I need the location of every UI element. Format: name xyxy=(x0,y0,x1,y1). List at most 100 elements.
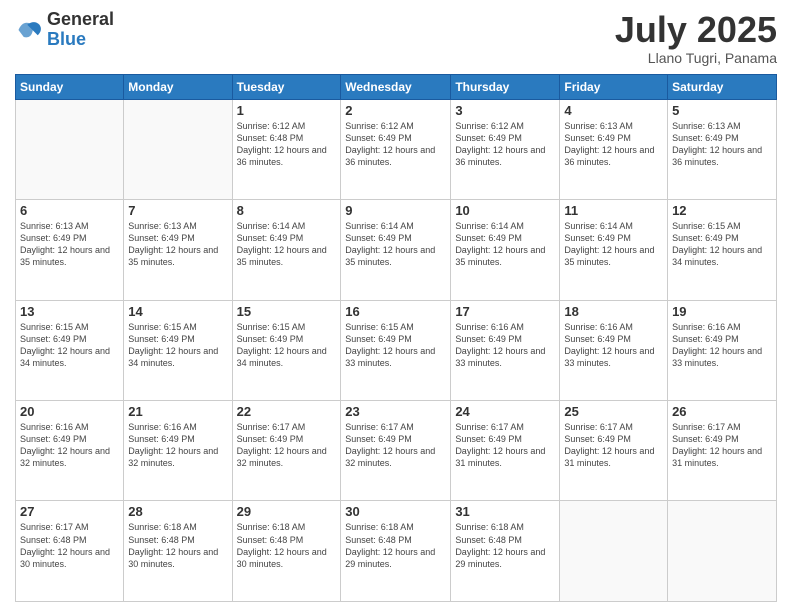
day-number: 9 xyxy=(345,203,446,218)
day-number: 15 xyxy=(237,304,337,319)
col-sunday: Sunday xyxy=(16,74,124,99)
day-number: 31 xyxy=(455,504,555,519)
col-friday: Friday xyxy=(560,74,668,99)
day-number: 18 xyxy=(564,304,663,319)
table-row: 11 Sunrise: 6:14 AM Sunset: 6:49 PM Dayli… xyxy=(560,200,668,300)
page: General Blue July 2025 Llano Tugri, Pana… xyxy=(0,0,792,612)
calendar-header-row: Sunday Monday Tuesday Wednesday Thursday… xyxy=(16,74,777,99)
day-number: 8 xyxy=(237,203,337,218)
day-info: Sunrise: 6:17 AM Sunset: 6:48 PM Dayligh… xyxy=(20,521,119,570)
day-info: Sunrise: 6:15 AM Sunset: 6:49 PM Dayligh… xyxy=(345,321,446,370)
table-row: 20Sunrise: 6:16 AM Sunset: 6:49 PM Dayli… xyxy=(16,401,124,501)
location: Llano Tugri, Panama xyxy=(615,50,777,66)
calendar-table: Sunday Monday Tuesday Wednesday Thursday… xyxy=(15,74,777,602)
col-wednesday: Wednesday xyxy=(341,74,451,99)
table-row xyxy=(16,99,124,199)
col-tuesday: Tuesday xyxy=(232,74,341,99)
day-info: Sunrise: 6:13 AM Sunset: 6:49 PM Dayligh… xyxy=(20,220,119,269)
day-info: Sunrise: 6:17 AM Sunset: 6:49 PM Dayligh… xyxy=(345,421,446,470)
day-number: 16 xyxy=(345,304,446,319)
day-number: 25 xyxy=(564,404,663,419)
header: General Blue July 2025 Llano Tugri, Pana… xyxy=(15,10,777,66)
day-info: Sunrise: 6:14 AM Sunset: 6:49 PM Dayligh… xyxy=(564,220,663,269)
calendar-week-row: 27 Sunrise: 6:17 AM Sunset: 6:48 PM Dayli… xyxy=(16,501,777,602)
col-thursday: Thursday xyxy=(451,74,560,99)
table-row: 27 Sunrise: 6:17 AM Sunset: 6:48 PM Dayli… xyxy=(16,501,124,602)
table-row: 28Sunrise: 6:18 AM Sunset: 6:48 PM Dayli… xyxy=(124,501,232,602)
day-number: 12 xyxy=(672,203,772,218)
table-row: 15 Sunrise: 6:15 AM Sunset: 6:49 PM Dayli… xyxy=(232,300,341,400)
day-info: Sunrise: 6:17 AM Sunset: 6:49 PM Dayligh… xyxy=(672,421,772,470)
day-info: Sunrise: 6:13 AM Sunset: 6:49 PM Dayligh… xyxy=(672,120,772,169)
day-number: 5 xyxy=(672,103,772,118)
day-info: Sunrise: 6:17 AM Sunset: 6:49 PM Dayligh… xyxy=(237,421,337,470)
col-saturday: Saturday xyxy=(668,74,777,99)
logo-blue-text: Blue xyxy=(47,30,114,50)
day-info: Sunrise: 6:16 AM Sunset: 6:49 PM Dayligh… xyxy=(20,421,119,470)
day-info: Sunrise: 6:18 AM Sunset: 6:48 PM Dayligh… xyxy=(237,521,337,570)
day-info: Sunrise: 6:15 AM Sunset: 6:49 PM Dayligh… xyxy=(20,321,119,370)
day-info: Sunrise: 6:14 AM Sunset: 6:49 PM Dayligh… xyxy=(455,220,555,269)
table-row: 22 Sunrise: 6:17 AM Sunset: 6:49 PM Dayli… xyxy=(232,401,341,501)
table-row: 24Sunrise: 6:17 AM Sunset: 6:49 PM Dayli… xyxy=(451,401,560,501)
day-info: Sunrise: 6:16 AM Sunset: 6:49 PM Dayligh… xyxy=(455,321,555,370)
day-info: Sunrise: 6:17 AM Sunset: 6:49 PM Dayligh… xyxy=(564,421,663,470)
day-info: Sunrise: 6:18 AM Sunset: 6:48 PM Dayligh… xyxy=(345,521,446,570)
day-number: 24 xyxy=(455,404,555,419)
day-number: 6 xyxy=(20,203,119,218)
table-row: 21 Sunrise: 6:16 AM Sunset: 6:49 PM Dayli… xyxy=(124,401,232,501)
table-row: 10Sunrise: 6:14 AM Sunset: 6:49 PM Dayli… xyxy=(451,200,560,300)
table-row: 1Sunrise: 6:12 AM Sunset: 6:48 PM Daylig… xyxy=(232,99,341,199)
table-row xyxy=(124,99,232,199)
day-number: 29 xyxy=(237,504,337,519)
day-number: 22 xyxy=(237,404,337,419)
day-info: Sunrise: 6:18 AM Sunset: 6:48 PM Dayligh… xyxy=(455,521,555,570)
logo: General Blue xyxy=(15,10,114,50)
day-number: 2 xyxy=(345,103,446,118)
table-row: 9Sunrise: 6:14 AM Sunset: 6:49 PM Daylig… xyxy=(341,200,451,300)
day-number: 27 xyxy=(20,504,119,519)
day-number: 3 xyxy=(455,103,555,118)
day-number: 17 xyxy=(455,304,555,319)
table-row: 4 Sunrise: 6:13 AM Sunset: 6:49 PM Daylig… xyxy=(560,99,668,199)
day-number: 28 xyxy=(128,504,227,519)
day-info: Sunrise: 6:16 AM Sunset: 6:49 PM Dayligh… xyxy=(128,421,227,470)
table-row: 25 Sunrise: 6:17 AM Sunset: 6:49 PM Dayli… xyxy=(560,401,668,501)
table-row: 16 Sunrise: 6:15 AM Sunset: 6:49 PM Dayli… xyxy=(341,300,451,400)
day-info: Sunrise: 6:13 AM Sunset: 6:49 PM Dayligh… xyxy=(564,120,663,169)
day-number: 13 xyxy=(20,304,119,319)
table-row: 14Sunrise: 6:15 AM Sunset: 6:49 PM Dayli… xyxy=(124,300,232,400)
month-title: July 2025 xyxy=(615,10,777,50)
day-number: 21 xyxy=(128,404,227,419)
table-row: 26 Sunrise: 6:17 AM Sunset: 6:49 PM Dayli… xyxy=(668,401,777,501)
table-row: 30 Sunrise: 6:18 AM Sunset: 6:48 PM Dayli… xyxy=(341,501,451,602)
day-info: Sunrise: 6:12 AM Sunset: 6:49 PM Dayligh… xyxy=(345,120,446,169)
day-number: 11 xyxy=(564,203,663,218)
logo-general-text: General xyxy=(47,10,114,30)
table-row: 2 Sunrise: 6:12 AM Sunset: 6:49 PM Daylig… xyxy=(341,99,451,199)
day-info: Sunrise: 6:12 AM Sunset: 6:49 PM Dayligh… xyxy=(455,120,555,169)
table-row: 8 Sunrise: 6:14 AM Sunset: 6:49 PM Daylig… xyxy=(232,200,341,300)
day-number: 30 xyxy=(345,504,446,519)
title-block: July 2025 Llano Tugri, Panama xyxy=(615,10,777,66)
calendar-week-row: 1Sunrise: 6:12 AM Sunset: 6:48 PM Daylig… xyxy=(16,99,777,199)
table-row: 7Sunrise: 6:13 AM Sunset: 6:49 PM Daylig… xyxy=(124,200,232,300)
day-number: 1 xyxy=(237,103,337,118)
table-row: 12Sunrise: 6:15 AM Sunset: 6:49 PM Dayli… xyxy=(668,200,777,300)
day-number: 19 xyxy=(672,304,772,319)
day-info: Sunrise: 6:15 AM Sunset: 6:49 PM Dayligh… xyxy=(128,321,227,370)
day-number: 4 xyxy=(564,103,663,118)
col-monday: Monday xyxy=(124,74,232,99)
table-row: 31 Sunrise: 6:18 AM Sunset: 6:48 PM Dayli… xyxy=(451,501,560,602)
day-info: Sunrise: 6:16 AM Sunset: 6:49 PM Dayligh… xyxy=(672,321,772,370)
logo-text: General Blue xyxy=(47,10,114,50)
day-number: 26 xyxy=(672,404,772,419)
day-info: Sunrise: 6:14 AM Sunset: 6:49 PM Dayligh… xyxy=(237,220,337,269)
table-row: 17 Sunrise: 6:16 AM Sunset: 6:49 PM Dayli… xyxy=(451,300,560,400)
day-info: Sunrise: 6:15 AM Sunset: 6:49 PM Dayligh… xyxy=(237,321,337,370)
table-row: 23Sunrise: 6:17 AM Sunset: 6:49 PM Dayli… xyxy=(341,401,451,501)
day-info: Sunrise: 6:16 AM Sunset: 6:49 PM Dayligh… xyxy=(564,321,663,370)
table-row: 29 Sunrise: 6:18 AM Sunset: 6:48 PM Dayli… xyxy=(232,501,341,602)
table-row xyxy=(560,501,668,602)
calendar-week-row: 6 Sunrise: 6:13 AM Sunset: 6:49 PM Daylig… xyxy=(16,200,777,300)
